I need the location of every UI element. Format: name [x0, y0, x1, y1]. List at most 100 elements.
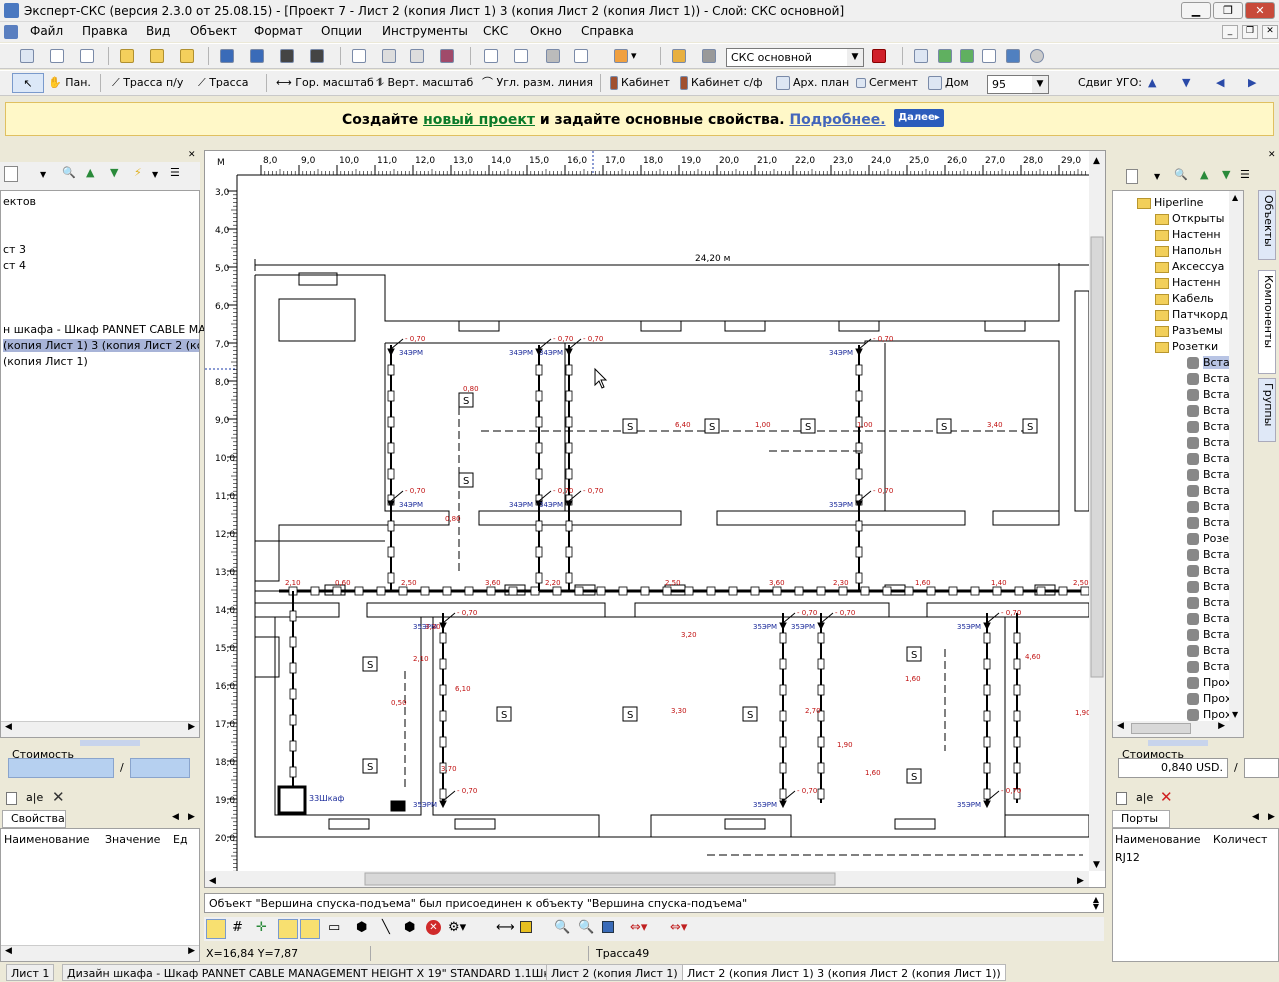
wall[interactable]: [1004, 814, 1090, 838]
close-icon[interactable]: ✕: [188, 150, 196, 160]
tree-folder[interactable]: Настенн: [1155, 227, 1221, 243]
fit-icon[interactable]: [602, 921, 614, 933]
layer-color-icon[interactable]: [872, 46, 889, 66]
delete-icon[interactable]: ✕: [52, 788, 65, 806]
wall[interactable]: [992, 510, 1060, 526]
outlet-symbol[interactable]: [387, 348, 395, 357]
open-folder2-icon[interactable]: [150, 46, 167, 66]
lightning-icon[interactable]: ⚡: [134, 166, 142, 179]
preview-icon[interactable]: [352, 46, 369, 66]
frame-icon[interactable]: ▭: [328, 920, 340, 935]
scroll-right-icon[interactable]: ▶: [1268, 812, 1275, 822]
new-icon[interactable]: [1126, 169, 1138, 184]
tab-sheet-1[interactable]: Лист 1: [6, 964, 55, 981]
component-icon[interactable]: ⬢: [404, 920, 415, 935]
outlet-symbol[interactable]: [439, 622, 447, 631]
tree-item[interactable]: Прох: [1187, 691, 1232, 707]
open-project-icon[interactable]: [20, 46, 37, 66]
horizontal-scrollbar[interactable]: ◀ ▶: [1, 945, 199, 961]
trace-pu-tool[interactable]: ⟋ Трасса п/у: [112, 73, 183, 93]
wall[interactable]: [385, 340, 1060, 512]
outlet-symbol[interactable]: [983, 622, 991, 631]
new-icon[interactable]: [50, 46, 67, 66]
wall[interactable]: [274, 617, 422, 816]
calculator-icon[interactable]: [1006, 46, 1023, 66]
cost-field[interactable]: 0,840 USD.: [1118, 758, 1228, 778]
scroll-left-icon[interactable]: ◀: [172, 812, 179, 822]
zoom-select[interactable]: 95 ▼: [987, 75, 1049, 94]
new-icon[interactable]: [4, 166, 18, 182]
tab-sheet-2[interactable]: Лист 2 (копия Лист 1): [546, 964, 683, 981]
tree-item[interactable]: ектов: [3, 195, 36, 208]
menu-scs[interactable]: СКС: [483, 24, 508, 38]
open-folder-icon[interactable]: [120, 46, 137, 66]
outlet-symbol[interactable]: [817, 622, 825, 631]
tab-ports[interactable]: Порты: [1112, 810, 1170, 828]
dropdown-icon[interactable]: ▼: [1154, 172, 1160, 181]
save-as-icon[interactable]: [280, 46, 297, 66]
new-doc-icon[interactable]: [1116, 792, 1127, 805]
dropdown-icon[interactable]: ▼: [152, 170, 158, 179]
report-icon[interactable]: [982, 46, 999, 66]
mdi-restore-button[interactable]: ❐: [1242, 25, 1258, 39]
scroll-icon[interactable]: ▲ ▼: [1093, 896, 1099, 911]
hscale-tool[interactable]: ⟷ Гор. масштаб: [276, 73, 374, 93]
menu-view[interactable]: Вид: [146, 24, 170, 38]
tree-item[interactable]: ст 4: [3, 259, 26, 272]
tree-item[interactable]: (копия Лист 1): [3, 355, 88, 368]
outlet-symbol[interactable]: [779, 622, 787, 631]
tools-icon[interactable]: ⚙▾: [448, 920, 466, 935]
up-icon[interactable]: ▲: [86, 166, 94, 179]
table-row[interactable]: RJ12: [1115, 851, 1140, 864]
brush-icon[interactable]: [702, 46, 719, 66]
outlet-symbol[interactable]: [439, 800, 447, 809]
point-icon[interactable]: [520, 921, 532, 933]
grid-icon[interactable]: #: [232, 920, 243, 935]
width-icon[interactable]: ⇔▾: [630, 920, 647, 935]
side-tab-objects[interactable]: Объекты: [1258, 190, 1276, 260]
cabinet[interactable]: [277, 785, 307, 815]
trace-tool[interactable]: ⟋ Трасса: [198, 73, 248, 93]
tree-folder[interactable]: Патчкорд: [1155, 307, 1228, 323]
lock-icon[interactable]: [546, 46, 563, 66]
side-tab-groups[interactable]: Группы: [1258, 378, 1276, 442]
user-icon[interactable]: [1030, 46, 1047, 66]
wall[interactable]: [278, 343, 450, 542]
delete-icon[interactable]: ✕: [1160, 788, 1173, 806]
rename-icon[interactable]: a|e: [1136, 791, 1153, 804]
layers-icon[interactable]: ▾: [614, 46, 637, 66]
cost-field-2[interactable]: [1244, 758, 1279, 778]
cabinet-tool[interactable]: Кабинет: [610, 73, 670, 93]
tree-root[interactable]: Hiperline: [1137, 195, 1203, 211]
angle-dim-tool[interactable]: ⌒ Угл. разм. линия: [482, 73, 593, 93]
zoom-in-icon[interactable]: 🔍: [578, 920, 594, 935]
down-icon[interactable]: ▼: [1222, 168, 1230, 181]
scs-icon[interactable]: [484, 46, 501, 66]
layer-select[interactable]: СКС основной ▼: [726, 48, 864, 67]
tree-folder[interactable]: Розетки: [1155, 339, 1218, 355]
save-copy-icon[interactable]: [310, 46, 327, 66]
wall[interactable]: [254, 602, 340, 618]
horizontal-scrollbar[interactable]: ◀ ▶: [1113, 721, 1243, 737]
tree-folder[interactable]: Разъемы: [1155, 323, 1223, 339]
menu-edit[interactable]: Правка: [82, 24, 128, 38]
tab-sheet-3[interactable]: Лист 2 (копия Лист 1) 3 (копия Лист 2 (к…: [682, 964, 1006, 981]
segment-tool[interactable]: Сегмент: [856, 73, 918, 93]
tree-folder[interactable]: Открыты: [1155, 211, 1224, 227]
arch-plan-tool[interactable]: Арх. план: [776, 73, 849, 93]
wall[interactable]: [716, 510, 966, 526]
menu-window[interactable]: Окно: [530, 24, 562, 38]
zoom-out-icon[interactable]: 🔍: [554, 920, 570, 935]
arrow-left-icon[interactable]: ◀: [1216, 73, 1224, 93]
tree-item[interactable]: н шкафа - Шкаф PANNET CABLE MANA: [3, 323, 221, 336]
splitter[interactable]: [80, 740, 140, 746]
restore-button[interactable]: ❐: [1213, 2, 1243, 19]
arrow-up-icon[interactable]: ▲: [1148, 73, 1156, 93]
snap-cross-icon[interactable]: ✛: [256, 920, 267, 935]
open-folder3-icon[interactable]: [180, 46, 197, 66]
vscale-tool[interactable]: ⥮ Верт. масштаб: [376, 73, 473, 93]
menu-object[interactable]: Объект: [190, 24, 237, 38]
wall[interactable]: [650, 814, 792, 838]
next-button[interactable]: Далее▸: [894, 109, 944, 127]
floor-plan-canvas[interactable]: М 8,0 9,0 10,0 11,0 12,0 13,0 14,0 15,0 16,0 17,0…: [205, 151, 1105, 887]
